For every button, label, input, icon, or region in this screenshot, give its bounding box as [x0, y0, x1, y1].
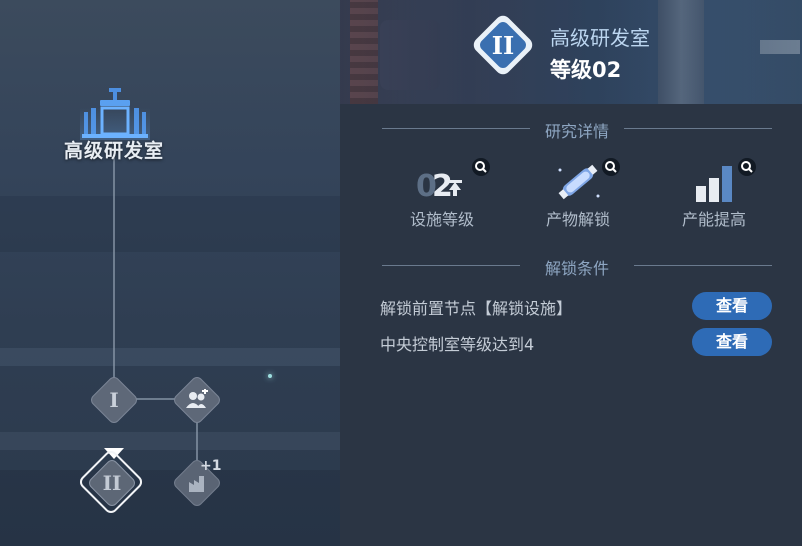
unlock-conditions-header: 解锁条件 [382, 255, 772, 278]
section-title: 研究详情 [544, 122, 609, 141]
unlock-condition-row: 中央控制室等级达到4 查看 [380, 328, 800, 356]
tree-node-level-1[interactable]: I [88, 374, 140, 426]
detail-panel: II 高级研发室 等级02 研究详情 0 2 设施等级 产物解锁 产能提高 解锁… [340, 0, 802, 546]
header-banner: II 高级研发室 等级02 [340, 0, 802, 104]
tree-connector [196, 420, 198, 460]
production-icon [189, 476, 204, 492]
feature-facility-level[interactable]: 0 2 设施等级 [382, 158, 502, 229]
facility-level: 等级02 [550, 58, 622, 82]
facility-title: 高级研发室 [550, 26, 650, 50]
level-badge: II [470, 12, 536, 78]
background-band [0, 196, 340, 252]
section-title: 解锁条件 [544, 259, 609, 278]
feature-label: 产能提高 [681, 210, 746, 229]
feature-capacity-increase[interactable]: 产能提高 [654, 158, 774, 229]
game-screen: 高级研发室 I II +1 II 高级研发室 等级02 研究详情 0 2 设施等… [0, 0, 802, 546]
feature-label: 产物解锁 [545, 210, 610, 229]
node-roman-label: II [102, 471, 122, 495]
building-icon[interactable] [80, 88, 150, 140]
personnel-icon [186, 389, 208, 408]
tech-tree-panel: 高级研发室 I II +1 [0, 0, 340, 546]
bonus-badge: +1 [200, 458, 222, 474]
capacity-increase-icon [696, 166, 732, 202]
node-roman-label: I [109, 388, 119, 412]
sparkle-effect [268, 374, 272, 378]
unlock-condition-row: 解锁前置节点【解锁设施】 查看 [380, 292, 800, 320]
tree-connector [136, 398, 176, 400]
feature-label: 设施等级 [409, 210, 474, 229]
research-details-header: 研究详情 [382, 118, 772, 141]
background-band [0, 470, 340, 546]
banner-shade [340, 0, 802, 104]
search-icon[interactable] [472, 158, 490, 176]
search-icon[interactable] [738, 158, 756, 176]
feature-product-unlock[interactable]: 产物解锁 [518, 158, 638, 229]
level-roman: II [491, 30, 515, 60]
product-unlock-icon [558, 164, 600, 200]
tree-node-personnel[interactable] [171, 374, 223, 426]
view-button[interactable]: 查看 [692, 292, 772, 320]
building-name-label: 高级研发室 [63, 140, 164, 162]
background-band [0, 348, 340, 366]
background-band [0, 432, 340, 450]
tree-connector [113, 158, 115, 380]
view-button[interactable]: 查看 [692, 328, 772, 356]
facility-level-icon: 0 2 [416, 169, 462, 202]
facility-level-digit-2: 2 [432, 169, 453, 202]
condition-text: 中央控制室等级达到4 [380, 335, 535, 354]
condition-text: 解锁前置节点【解锁设施】 [380, 299, 573, 318]
search-icon[interactable] [602, 158, 620, 176]
